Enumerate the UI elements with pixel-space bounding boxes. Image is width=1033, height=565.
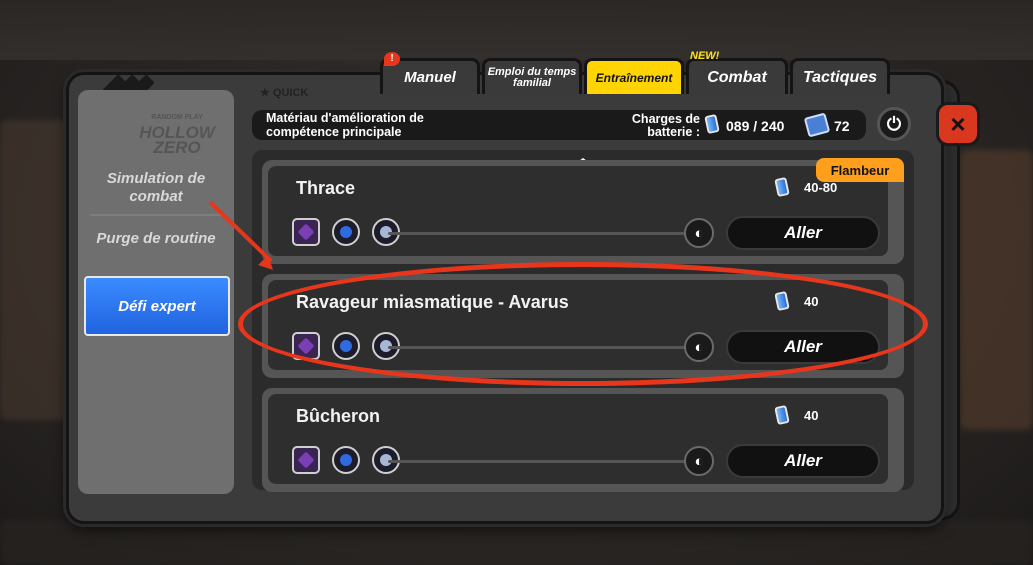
top-hud-background <box>0 0 1033 60</box>
card-divider <box>388 460 688 463</box>
radar-icon[interactable]: ◐ <box>684 218 714 248</box>
go-button[interactable]: Aller <box>726 216 880 250</box>
card-divider <box>388 232 688 235</box>
card-title: Thrace <box>296 178 356 198</box>
material-icon <box>292 218 320 246</box>
material-icon <box>332 446 360 474</box>
combat-new-badge: NEW! <box>690 50 720 62</box>
card-inner: Bûcheron 40 ◐ Aller <box>268 394 888 484</box>
battery-box-count: 72 <box>834 118 850 134</box>
card-title: Bûcheron <box>296 406 381 426</box>
mode-sidebar: RANDOM PLAY HOLLOW ZERO Simulation de co… <box>78 90 234 494</box>
go-button[interactable]: Aller <box>726 444 880 478</box>
background-blob <box>960 150 1033 430</box>
close-button[interactable]: × <box>936 102 980 146</box>
radar-icon[interactable]: ◐ <box>684 446 714 476</box>
card-cost: 40 <box>804 408 819 423</box>
manuel-alert-badge: ! <box>384 52 400 66</box>
sidebar-item-purge[interactable]: Purge de routine <box>84 230 228 248</box>
stage-card-thrace: Thrace 40-80 ◐ Aller <box>262 160 904 264</box>
power-icon[interactable]: ⏻ <box>877 107 911 141</box>
material-icon <box>332 218 360 246</box>
sidebar-item-simulation[interactable]: Simulation de combat <box>84 170 228 206</box>
tab-combat[interactable]: Combat <box>686 58 788 94</box>
tab-emploi-du-temps[interactable]: Emploi du temps familial <box>482 58 582 94</box>
battery-icon <box>774 176 790 198</box>
background-blob <box>0 520 1033 565</box>
battery-charges-label: Charges de batterie : <box>631 112 700 139</box>
quick-label: ★ QUICK <box>260 87 309 99</box>
flambeur-tag: Flambeur <box>816 158 904 182</box>
card-cost: 40-80 <box>804 180 838 195</box>
material-icon <box>292 446 320 474</box>
battery-charges-value: 089 / 240 <box>726 118 785 134</box>
tab-tactiques[interactable]: Tactiques <box>790 58 890 94</box>
sidebar-item-expert-challenge[interactable]: Défi expert <box>84 276 230 336</box>
sidebar-divider <box>90 214 222 216</box>
stage-card-bucheron: Bûcheron 40 ◐ Aller <box>262 388 904 492</box>
hollow-zero-logo: RANDOM PLAY HOLLOW ZERO <box>139 114 215 157</box>
card-inner: Thrace 40-80 ◐ Aller <box>268 166 888 256</box>
battery-icon <box>774 404 790 426</box>
annotation-highlight-ellipse <box>238 262 928 386</box>
background-blob <box>0 120 70 420</box>
header-title: Matériau d'amélioration de compétence pr… <box>266 111 424 139</box>
tab-entrainement[interactable]: Entraînement <box>584 58 684 94</box>
